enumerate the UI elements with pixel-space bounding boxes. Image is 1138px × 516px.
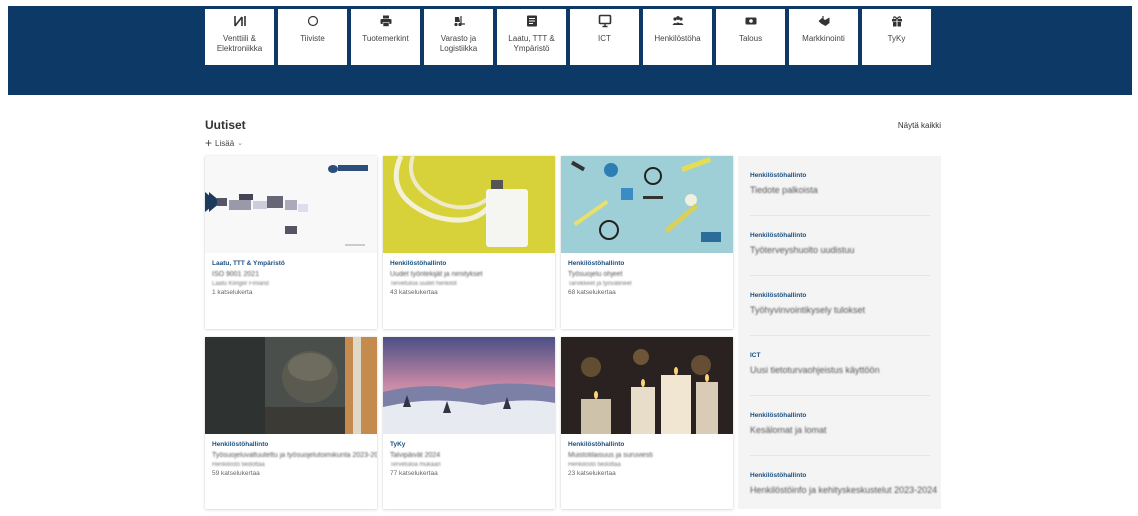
sidebar-news-category: Henkilöstöhallinto xyxy=(750,232,807,239)
news-card-image xyxy=(205,337,377,434)
news-card-subtitle: Henkilöstö tiedottaa xyxy=(568,462,621,468)
news-card-image xyxy=(383,156,555,253)
sidebar-news-category: Henkilöstöhallinto xyxy=(750,412,807,419)
quicklink-label: Tuotemerkint xyxy=(362,34,409,43)
sidebar-news-item[interactable]: Henkilöstöhallinto Tiedote palkoista xyxy=(750,156,930,216)
worker-image xyxy=(205,337,377,434)
monitor-icon xyxy=(598,14,611,28)
news-card[interactable]: Laatu, TTT & Ympäristö ISO 9001 2021 Laa… xyxy=(205,156,377,329)
lanyard-image xyxy=(383,156,555,253)
news-card-views: 23 katselukertaa xyxy=(568,470,616,477)
sidebar-news-item[interactable]: Henkilöstöhallinto Työhyvinvointikysely … xyxy=(750,276,930,336)
sidebar-news-item[interactable]: Henkilöstöhallinto Työterveyshuolto uudi… xyxy=(750,216,930,276)
news-card-subtitle: Tervetuloa uudet henkilöt xyxy=(390,281,457,287)
quicklink-laatu[interactable]: Laatu, TTT & Ympäristö xyxy=(497,9,566,65)
add-label: Lisää xyxy=(215,138,235,148)
news-card-title: Työsuojelu ohjeet xyxy=(568,271,623,278)
news-card-category: Henkilöstöhallinto xyxy=(568,260,625,267)
quicklink-label: Tiiviste xyxy=(300,34,325,43)
gift-icon xyxy=(891,16,902,27)
quicklink-tuotemerkint[interactable]: Tuotemerkint xyxy=(351,9,420,65)
news-sidebar-list: Henkilöstöhallinto Tiedote palkoista Hen… xyxy=(738,156,941,509)
quicklink-label: Henkilöstöha xyxy=(654,34,701,43)
ring-icon xyxy=(307,15,318,27)
news-card-category: Henkilöstöhallinto xyxy=(390,260,447,267)
quicklink-tiiviste[interactable]: Tiiviste xyxy=(278,9,347,65)
add-news-button[interactable]: + Lisää ⌄ xyxy=(205,136,244,150)
tools-image xyxy=(561,156,733,253)
news-card[interactable]: TyKy Talvipäivät 2024 Tervetuloa mukaan … xyxy=(383,337,555,509)
quicklink-label: Laatu, TTT & Ympäristö xyxy=(508,34,555,53)
sidebar-news-title: Työterveyshuolto uudistuu xyxy=(750,245,855,255)
news-card-title: Uudet työntekijät ja nimitykset xyxy=(390,271,483,278)
news-card-views: 43 katselukertaa xyxy=(390,289,438,296)
quicklink-label: TyKy xyxy=(887,34,906,43)
news-card[interactable]: Henkilöstöhallinto Muistotilaisuus ja su… xyxy=(561,337,733,509)
sidebar-news-category: Henkilöstöhallinto xyxy=(750,292,807,299)
quicklink-label: ICT xyxy=(598,34,611,43)
news-card-image xyxy=(561,156,733,253)
news-card[interactable]: Henkilöstöhallinto Työsuojeluvaltuutettu… xyxy=(205,337,377,509)
document-icon xyxy=(526,15,537,27)
sidebar-news-category: Henkilöstöhallinto xyxy=(750,472,807,479)
chevron-down-icon: ⌄ xyxy=(237,140,244,147)
money-icon xyxy=(745,17,756,25)
forklift-icon xyxy=(453,16,465,27)
quicklink-henkilosto[interactable]: Henkilöstöha xyxy=(643,9,712,65)
news-card-title: Muistotilaisuus ja suruviesti xyxy=(568,452,653,459)
sidebar-news-item[interactable]: Henkilöstöhallinto Kesälomat ja lomat xyxy=(750,396,930,456)
printer-icon xyxy=(380,15,391,27)
news-card-subtitle: Tervetuloa mukaan xyxy=(390,462,441,468)
sidebar-news-category: ICT xyxy=(750,352,761,359)
quicklink-label: Venttiili & Elektroniikka xyxy=(216,34,263,53)
news-card-subtitle: Henkilöstö tiedottaa xyxy=(212,462,265,468)
news-card[interactable]: Henkilöstöhallinto Uudet työntekijät ja … xyxy=(383,156,555,329)
sidebar-news-item[interactable]: ICT Uusi tietoturvaohjeistus käyttöön xyxy=(750,336,930,396)
quicklink-label: Talous xyxy=(738,34,763,43)
news-card-title: Talvipäivät 2024 xyxy=(390,452,441,459)
news-card-subtitle: Tarvikkeet ja työvälineet xyxy=(568,281,632,287)
news-card-category: TyKy xyxy=(390,441,406,448)
news-card-views: 1 katselukerta xyxy=(212,289,253,296)
winter-landscape-image xyxy=(383,337,555,434)
sidebar-news-title: Henkilöstöinfo ja kehityskeskustelut 202… xyxy=(750,485,938,495)
sidebar-news-item[interactable]: Henkilöstöhallinto Henkilöstöinfo ja keh… xyxy=(750,456,938,516)
news-card-views: 77 katselukertaa xyxy=(390,470,438,477)
news-card-image xyxy=(383,337,555,434)
news-card-subtitle: Laatu Klinger Finland xyxy=(212,281,269,287)
valve-icon xyxy=(233,16,246,27)
people-icon xyxy=(672,16,683,25)
quicklink-tyky[interactable]: TyKy xyxy=(862,9,931,65)
news-card-category: Laatu, TTT & Ympäristö xyxy=(212,260,285,267)
sidebar-news-category: Henkilöstöhallinto xyxy=(750,172,807,179)
sidebar-news-title: Uusi tietoturvaohjeistus käyttöön xyxy=(750,365,880,375)
candles-image xyxy=(561,337,733,434)
news-card-title: ISO 9001 2021 xyxy=(212,271,260,278)
news-card-image xyxy=(561,337,733,434)
news-card[interactable]: Henkilöstöhallinto Työsuojelu ohjeet Tar… xyxy=(561,156,733,329)
sidebar-news-title: Tiedote palkoista xyxy=(750,185,818,195)
quicklink-ict[interactable]: ICT xyxy=(570,9,639,65)
news-card-image xyxy=(205,156,377,253)
news-card-views: 68 katselukertaa xyxy=(568,289,616,296)
klinger-document-image xyxy=(205,156,377,253)
sidebar-news-title: Työhyvinvointikysely tulokset xyxy=(750,305,866,315)
news-title: Uutiset xyxy=(205,118,246,132)
quicklink-label: Varasto ja Logistiikka xyxy=(439,34,478,53)
handshake-icon xyxy=(818,16,829,26)
quicklink-markkinointi[interactable]: Markkinointi xyxy=(789,9,858,65)
quicklink-varasto[interactable]: Varasto ja Logistiikka xyxy=(424,9,493,65)
news-card-title: Työsuojeluvaltuutettu ja työsuojelutoimi… xyxy=(212,452,377,459)
news-card-category: Henkilöstöhallinto xyxy=(568,441,625,448)
quicklinks-bar: Venttiili & Elektroniikka Tiiviste Tuote… xyxy=(205,9,931,65)
news-card-views: 59 katselukertaa xyxy=(212,470,260,477)
see-all-link[interactable]: Näytä kaikki xyxy=(898,121,941,130)
quicklink-venttiili[interactable]: Venttiili & Elektroniikka xyxy=(205,9,274,65)
plus-icon: + xyxy=(205,136,213,150)
quicklink-talous[interactable]: Talous xyxy=(716,9,785,65)
news-card-category: Henkilöstöhallinto xyxy=(212,441,269,448)
sidebar-news-title: Kesälomat ja lomat xyxy=(750,425,827,435)
quicklink-label: Markkinointi xyxy=(802,34,845,43)
